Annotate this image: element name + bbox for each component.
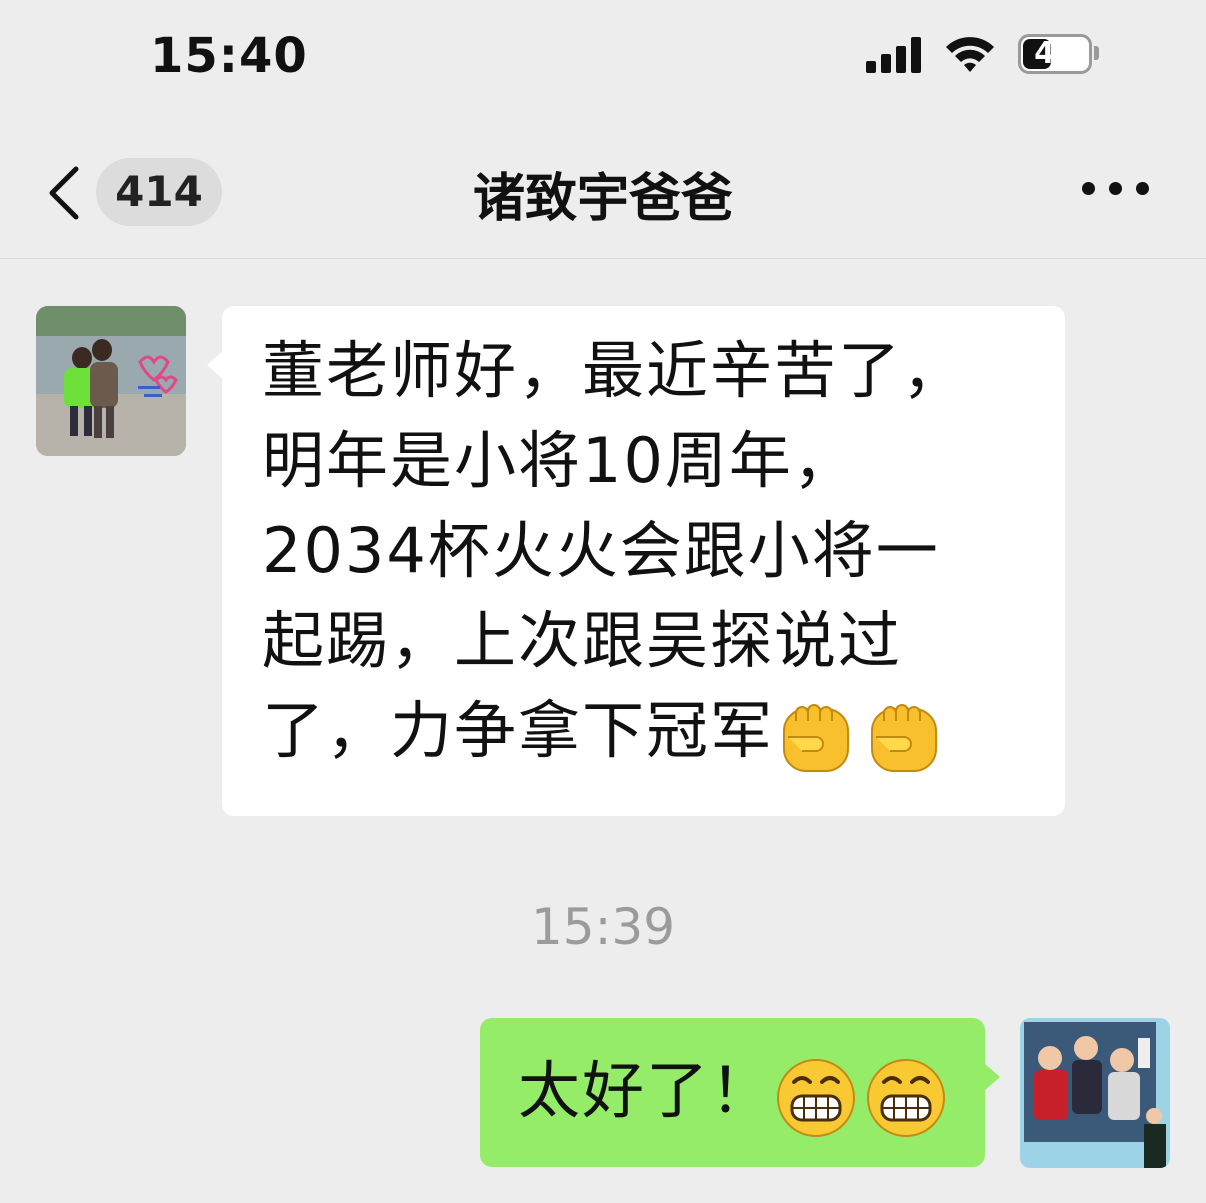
outgoing-message-text: 太好了！ bbox=[518, 1054, 775, 1127]
battery-percent: 43 bbox=[1034, 36, 1076, 71]
incoming-bubble-tail bbox=[207, 351, 223, 379]
grinning-face-icon bbox=[867, 1058, 946, 1137]
grinning-face-icon bbox=[777, 1058, 856, 1137]
battery-tip bbox=[1094, 46, 1099, 60]
incoming-message-text: 董老师好，最近辛苦了， 明年是小将10周年， 2034杯火火会跟小将一 起踢，上… bbox=[262, 334, 967, 767]
message-timestamp: 15:39 bbox=[530, 898, 676, 956]
status-bar: 15:40 43 bbox=[0, 0, 1206, 110]
more-options-icon[interactable] bbox=[1082, 182, 1150, 198]
cellular-signal-icon bbox=[866, 37, 922, 73]
battery-icon: 43 bbox=[1018, 34, 1092, 74]
chat-title: 诸致宇爸爸 bbox=[472, 169, 733, 229]
raised-fist-icon bbox=[871, 703, 938, 772]
wifi-icon bbox=[946, 37, 994, 72]
incoming-message-bubble[interactable]: 董老师好，最近辛苦了， 明年是小将10周年， 2034杯火火会跟小将一 起踢，上… bbox=[222, 306, 1065, 816]
raised-fist-icon bbox=[783, 703, 850, 772]
contact-avatar[interactable] bbox=[36, 306, 186, 456]
chat-header: 414 诸致宇爸爸 bbox=[0, 110, 1206, 259]
outgoing-bubble-tail bbox=[984, 1063, 1000, 1091]
my-avatar[interactable] bbox=[1020, 1018, 1170, 1168]
outgoing-message-bubble[interactable]: 太好了！ bbox=[480, 1018, 985, 1167]
status-time: 15:40 bbox=[150, 28, 308, 84]
